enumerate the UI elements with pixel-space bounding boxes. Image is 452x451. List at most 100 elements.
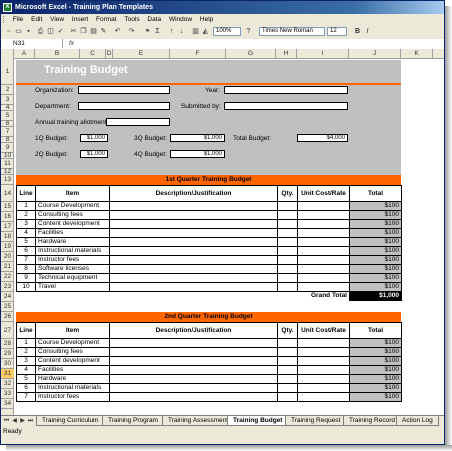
row-header[interactable]: 26 <box>1 312 14 322</box>
qty-cell[interactable] <box>277 374 298 384</box>
row-header[interactable]: 29 <box>1 349 14 359</box>
row-header[interactable]: 18 <box>1 232 14 242</box>
q2-budget-field[interactable]: $1,000 <box>80 150 108 158</box>
q4-budget-field[interactable]: $1,000 <box>170 150 225 158</box>
qty-cell[interactable] <box>277 273 298 283</box>
qty-cell[interactable] <box>277 365 298 375</box>
tab-training-record[interactable]: Training Record <box>343 416 402 426</box>
unit-cost-cell[interactable] <box>297 246 350 256</box>
description-cell[interactable] <box>109 282 278 292</box>
unit-cost-cell[interactable] <box>297 273 350 283</box>
row-header[interactable]: 20 <box>1 252 14 262</box>
qty-cell[interactable] <box>277 392 298 402</box>
unit-cost-cell[interactable] <box>297 338 350 348</box>
description-cell[interactable] <box>109 392 278 402</box>
qty-cell[interactable] <box>277 264 298 274</box>
row-header[interactable]: 22 <box>1 272 14 282</box>
total-cell[interactable]: $100 <box>349 219 402 229</box>
row-header[interactable]: 23 <box>1 282 14 292</box>
unit-cost-cell[interactable] <box>297 392 350 402</box>
description-cell[interactable] <box>109 273 278 283</box>
column-header[interactable]: K <box>401 49 433 58</box>
description-cell[interactable] <box>109 365 278 375</box>
line-cell[interactable]: 5 <box>16 237 36 247</box>
qty-cell[interactable] <box>277 338 298 348</box>
total-cell[interactable]: $100 <box>349 210 402 220</box>
item-cell[interactable]: Technical equipment <box>35 273 110 283</box>
line-cell[interactable]: 2 <box>16 210 36 220</box>
autosum-icon[interactable]: Σ <box>153 27 162 36</box>
total-cell[interactable]: $100 <box>349 374 402 384</box>
menu-format[interactable]: Format <box>93 14 120 25</box>
description-cell[interactable] <box>109 255 278 265</box>
line-cell[interactable]: 1 <box>16 338 36 348</box>
line-cell[interactable]: 2 <box>16 347 36 357</box>
item-cell[interactable]: Consulting fees <box>35 210 110 220</box>
tab-training-program[interactable]: Training Program <box>102 416 164 426</box>
description-cell[interactable] <box>109 210 278 220</box>
menu-file[interactable]: File <box>10 14 26 25</box>
hyperlink-icon[interactable]: ⚭ <box>143 27 152 36</box>
row-header[interactable]: 27 <box>1 322 14 339</box>
qty-cell[interactable] <box>277 246 298 256</box>
name-box[interactable]: N31 <box>3 39 63 48</box>
menu-help[interactable]: Help <box>197 14 216 25</box>
total-budget-field[interactable]: $4,000 <box>297 134 348 142</box>
item-cell[interactable]: Course Development <box>35 338 110 348</box>
row-header[interactable]: 21 <box>1 262 14 272</box>
tab-action-log[interactable]: Action Log <box>396 416 439 426</box>
line-cell[interactable]: 4 <box>16 228 36 238</box>
font-size-select[interactable]: 12 <box>327 27 347 36</box>
description-cell[interactable] <box>109 347 278 357</box>
item-cell[interactable]: Facilities <box>35 365 110 375</box>
total-cell[interactable]: $100 <box>349 201 402 211</box>
description-cell[interactable] <box>109 338 278 348</box>
tab-training-curriculum[interactable]: Training Curriculum <box>36 416 105 426</box>
unit-cost-cell[interactable] <box>297 255 350 265</box>
unit-cost-cell[interactable] <box>297 228 350 238</box>
item-cell[interactable]: Content development <box>35 219 110 229</box>
qty-cell[interactable] <box>277 282 298 292</box>
description-cell[interactable] <box>109 374 278 384</box>
item-cell[interactable]: Software licenses <box>35 264 110 274</box>
total-cell[interactable]: $100 <box>349 356 402 366</box>
column-header[interactable]: G <box>226 49 276 58</box>
line-cell[interactable]: 8 <box>16 264 36 274</box>
row-header[interactable]: 30 <box>1 359 14 369</box>
tab-training-assessment[interactable]: Training Assessment <box>162 416 235 426</box>
qty-cell[interactable] <box>277 383 298 393</box>
bold-button[interactable]: B <box>353 27 362 36</box>
new-icon[interactable]: ▫ <box>4 27 13 36</box>
sort-ascending-icon[interactable]: ↑ <box>167 27 176 36</box>
item-cell[interactable]: Content development <box>35 356 110 366</box>
unit-cost-cell[interactable] <box>297 374 350 384</box>
chart-wizard-icon[interactable]: ▥ <box>191 27 200 36</box>
row-header[interactable]: 34 <box>1 399 14 409</box>
select-all-corner[interactable] <box>1 49 14 58</box>
print-preview-icon[interactable]: ◫ <box>46 27 55 36</box>
description-cell[interactable] <box>109 264 278 274</box>
row-header[interactable]: 16 <box>1 212 14 222</box>
total-cell[interactable]: $100 <box>349 264 402 274</box>
row-header[interactable]: 33 <box>1 389 14 399</box>
prev-sheet-icon[interactable]: ◀ <box>11 417 18 425</box>
function-icon[interactable]: fx <box>69 39 74 48</box>
line-cell[interactable]: 4 <box>16 365 36 375</box>
total-cell[interactable]: $100 <box>349 338 402 348</box>
drawing-icon[interactable]: ◭ <box>201 27 210 36</box>
item-cell[interactable]: Hardware <box>35 374 110 384</box>
year-field[interactable] <box>224 86 348 94</box>
submitted-by-field[interactable] <box>224 102 348 110</box>
zoom-select[interactable]: 100% <box>213 27 241 36</box>
total-cell[interactable]: $100 <box>349 255 402 265</box>
unit-cost-cell[interactable] <box>297 356 350 366</box>
total-cell[interactable]: $100 <box>349 282 402 292</box>
row-header[interactable]: 28 <box>1 339 14 349</box>
format-painter-icon[interactable]: ✎ <box>99 27 108 36</box>
unit-cost-cell[interactable] <box>297 237 350 247</box>
font-select[interactable]: Times New Roman <box>259 27 325 36</box>
unit-cost-cell[interactable] <box>297 210 350 220</box>
menu-window[interactable]: Window <box>166 14 195 25</box>
redo-icon[interactable]: ↷ <box>127 27 136 36</box>
row-header[interactable]: 32 <box>1 379 14 389</box>
